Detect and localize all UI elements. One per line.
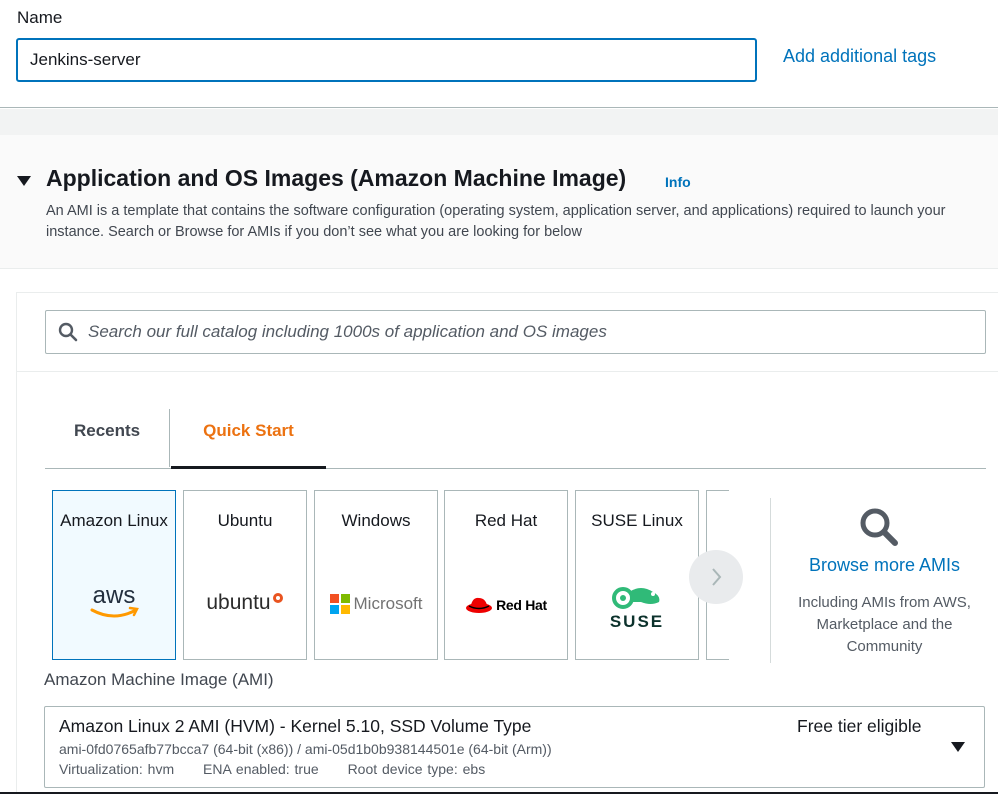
name-label: Name bbox=[17, 8, 63, 27]
microsoft-logo: Microsoft bbox=[315, 594, 437, 614]
ami-tabs: Recents Quick Start bbox=[45, 409, 986, 469]
chevron-right-icon bbox=[712, 568, 722, 586]
free-tier-badge: Free tier eligible bbox=[797, 716, 922, 736]
os-card-label: Ubuntu bbox=[217, 511, 273, 530]
aws-logo: aws bbox=[53, 583, 175, 623]
browse-more-amis-link[interactable]: Browse more AMIs bbox=[777, 555, 992, 576]
divider bbox=[17, 371, 998, 372]
active-tab-indicator bbox=[171, 466, 326, 469]
name-section: Name Add additional tags bbox=[0, 0, 998, 108]
os-card-windows[interactable]: Windows Microsoft bbox=[314, 490, 438, 660]
svg-text:aws: aws bbox=[93, 583, 136, 609]
ami-ena: ENA enabled: true bbox=[203, 761, 319, 777]
suse-logo: SUSE bbox=[576, 586, 698, 632]
ami-select-dropdown[interactable]: Amazon Linux 2 AMI (HVM) - Kernel 5.10, … bbox=[44, 706, 985, 788]
ami-ids: ami-0fd0765afb77bcca7 (64-bit (x86)) / a… bbox=[59, 741, 552, 757]
carousel-next-button[interactable] bbox=[689, 550, 743, 604]
os-card-label: Windows bbox=[341, 511, 411, 530]
os-card-label: Amazon Linux bbox=[60, 511, 168, 530]
os-card-ubuntu[interactable]: Ubuntu ubuntu bbox=[183, 490, 307, 660]
ubuntu-logo: ubuntu bbox=[184, 591, 306, 615]
magnifier-icon[interactable] bbox=[857, 505, 901, 549]
tab-quick-start[interactable]: Quick Start bbox=[171, 409, 326, 468]
ami-search-box[interactable] bbox=[45, 310, 986, 354]
info-link[interactable]: Info bbox=[665, 174, 691, 190]
search-icon bbox=[58, 322, 78, 342]
section-title[interactable]: Application and OS Images (Amazon Machin… bbox=[46, 165, 626, 192]
ami-section-header: Application and OS Images (Amazon Machin… bbox=[0, 135, 998, 269]
section-gap bbox=[0, 109, 998, 135]
vertical-divider bbox=[770, 498, 771, 663]
dropdown-caret-icon[interactable] bbox=[951, 742, 965, 752]
ami-virtualization: Virtualization: hvm bbox=[59, 761, 175, 777]
os-card-suse-linux[interactable]: SUSE Linux SUSE bbox=[575, 490, 699, 660]
ami-root-device: Root device type: ebs bbox=[347, 761, 486, 777]
browse-description: Including AMIs from AWS, Marketplace and… bbox=[798, 594, 971, 655]
tab-divider bbox=[169, 409, 170, 467]
redhat-logo: Red Hat bbox=[445, 595, 567, 615]
add-additional-tags-link[interactable]: Add additional tags bbox=[783, 46, 936, 67]
ami-name: Amazon Linux 2 AMI (HVM) - Kernel 5.10, … bbox=[59, 716, 532, 736]
section-description: An AMI is a template that contains the s… bbox=[46, 203, 946, 240]
ami-attributes: Virtualization: hvm ENA enabled: true Ro… bbox=[59, 761, 509, 777]
ami-search-input[interactable] bbox=[88, 311, 978, 353]
tab-recents[interactable]: Recents bbox=[74, 409, 140, 468]
name-input[interactable] bbox=[16, 38, 757, 82]
os-card-label: Red Hat bbox=[474, 511, 538, 530]
caret-down-icon[interactable] bbox=[17, 176, 31, 186]
os-card-label: SUSE Linux bbox=[591, 511, 683, 530]
os-card-amazon-linux[interactable]: Amazon Linux aws bbox=[52, 490, 176, 660]
ami-select-label: Amazon Machine Image (AMI) bbox=[44, 670, 274, 689]
os-card-red-hat[interactable]: Red Hat Red Hat bbox=[444, 490, 568, 660]
